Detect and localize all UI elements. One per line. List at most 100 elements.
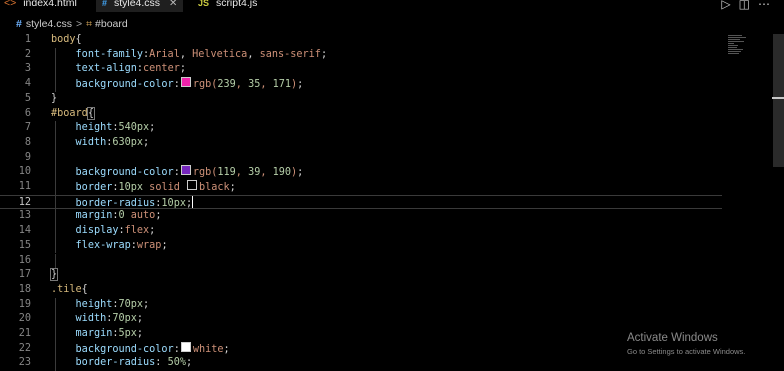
code-token: 171 [272, 79, 292, 91]
line-number: 20 [18, 313, 31, 325]
code-token: auto [124, 210, 156, 222]
more-icon[interactable]: ⋯ [758, 0, 778, 11]
code-token: ; [297, 167, 304, 179]
code-line[interactable]: 7 height:540px; [0, 121, 722, 136]
minimap[interactable] [728, 34, 748, 64]
code-token: font-family [75, 48, 144, 60]
code-token: ; [155, 210, 162, 222]
code-line[interactable]: 19 height:70px; [0, 297, 722, 313]
watermark-title: Activate Windows [627, 332, 718, 344]
code-token: border [75, 182, 113, 193]
code-token: 239 [217, 79, 236, 91]
code-line[interactable]: 17} [0, 268, 722, 283]
indent-guide [55, 253, 56, 269]
code-token: sans-serif [259, 48, 321, 60]
code-text: flex-wrap:wrap; [51, 239, 168, 254]
indent-guide [55, 150, 56, 166]
code-token: , [235, 79, 249, 91]
breadcrumb: # style4.css > ⌗ #board [0, 14, 784, 34]
code-text: width:630px; [51, 136, 150, 151]
code-line[interactable]: 22 background-color: white; [0, 341, 722, 357]
code-line[interactable]: 15 flex-wrap:wrap; [0, 238, 722, 254]
code-line[interactable]: 10 background-color: rgb(119, 39, 190); [0, 165, 722, 180]
code-line[interactable]: 12 border-radius:10px; [0, 194, 722, 210]
symbol-icon: ⌗ [86, 18, 93, 30]
text-cursor [192, 195, 194, 208]
code-line[interactable]: 18 .tile{ [0, 283, 722, 298]
play-icon[interactable]: ▷ [721, 0, 738, 11]
code-text: margin:0 auto; [51, 209, 162, 224]
line-number: 12 [18, 196, 31, 208]
code-line[interactable]: 16 [0, 253, 722, 269]
code-token: ; [161, 239, 168, 251]
code-token: .tile [51, 283, 82, 295]
breadcrumb-file[interactable]: style4.css [26, 18, 72, 30]
code-token: : [173, 343, 180, 355]
code-line[interactable]: 2 font-family:Arial, Helvetica, sans-ser… [0, 47, 722, 63]
line-number: 22 [18, 342, 31, 354]
code-line[interactable]: 8 width:630px; [0, 135, 722, 151]
css-file-icon: # [102, 0, 108, 8]
line-number: 11 [18, 181, 31, 192]
code-token: 70px [118, 298, 144, 310]
code-token: ; [136, 328, 144, 339]
code-line[interactable]: 20 width:70px; [0, 312, 722, 327]
code-line[interactable]: 21 margin:5px; [0, 327, 722, 342]
code-line[interactable]: 14 display:flex; [0, 224, 722, 239]
code-token: 5px [118, 328, 137, 339]
color-swatch-icon[interactable] [186, 180, 197, 190]
code-token: width [75, 313, 107, 325]
watermark-subtitle: Go to Settings to activate Windows. [627, 347, 746, 356]
line-number: 14 [18, 225, 31, 237]
tab-label: script4.js [215, 0, 258, 9]
code-token: 119 [217, 167, 236, 179]
tab-script4-js[interactable]: JS script4.js [198, 0, 257, 12]
line-number: 2 [24, 48, 31, 60]
code-text: height:70px; [51, 298, 150, 313]
code-token: center [143, 63, 180, 75]
code-line[interactable]: 3 text-align:center; [0, 62, 722, 78]
split-editor-icon[interactable]: ◫ [739, 0, 758, 11]
line-number: 21 [18, 328, 31, 339]
code-line[interactable]: 6 #board{ [0, 106, 722, 122]
code-token: , [260, 167, 273, 179]
line-number: 10 [18, 166, 31, 178]
activate-windows-watermark: Activate Windows Go to Settings to activ… [627, 331, 745, 359]
code-line[interactable]: 1 body{ [0, 33, 722, 48]
code-line[interactable]: 13 margin:0 auto; [0, 209, 722, 225]
code-line[interactable]: 9 [0, 150, 722, 166]
code-token: 10px [161, 197, 186, 209]
code-token: rgb( [192, 79, 218, 91]
code-token: white [192, 343, 224, 355]
code-line[interactable]: 4 background-color: rgb(239, 35, 171); [0, 77, 722, 92]
code-line[interactable]: 23 border-radius: 50%; [0, 356, 722, 371]
code-token: margin [75, 328, 113, 339]
scrollbar-thumb[interactable] [773, 34, 784, 167]
breadcrumb-symbol[interactable]: #board [95, 18, 128, 30]
code-token: 10px [118, 182, 144, 193]
line-number: 17 [18, 269, 31, 281]
code-token: ; [143, 136, 150, 148]
color-swatch-icon[interactable] [180, 341, 191, 352]
color-swatch-icon[interactable] [180, 77, 191, 88]
line-number: 1 [24, 34, 31, 45]
line-number: 6 [24, 107, 31, 119]
tab-style4-css[interactable]: # style4.css ✕ [96, 0, 184, 12]
tab-index4-html[interactable]: <> index4.html [4, 0, 77, 12]
code-editor[interactable]: 1 body{2 font-family:Arial, Helvetica, sa… [0, 33, 784, 371]
code-line[interactable]: 11 border:10px solid black; [0, 180, 722, 195]
code-token: ; [229, 182, 236, 193]
color-swatch-icon[interactable] [180, 165, 191, 176]
code-line[interactable]: 5} [0, 92, 722, 107]
line-number: 8 [24, 136, 31, 148]
close-icon[interactable]: ✕ [169, 0, 177, 9]
